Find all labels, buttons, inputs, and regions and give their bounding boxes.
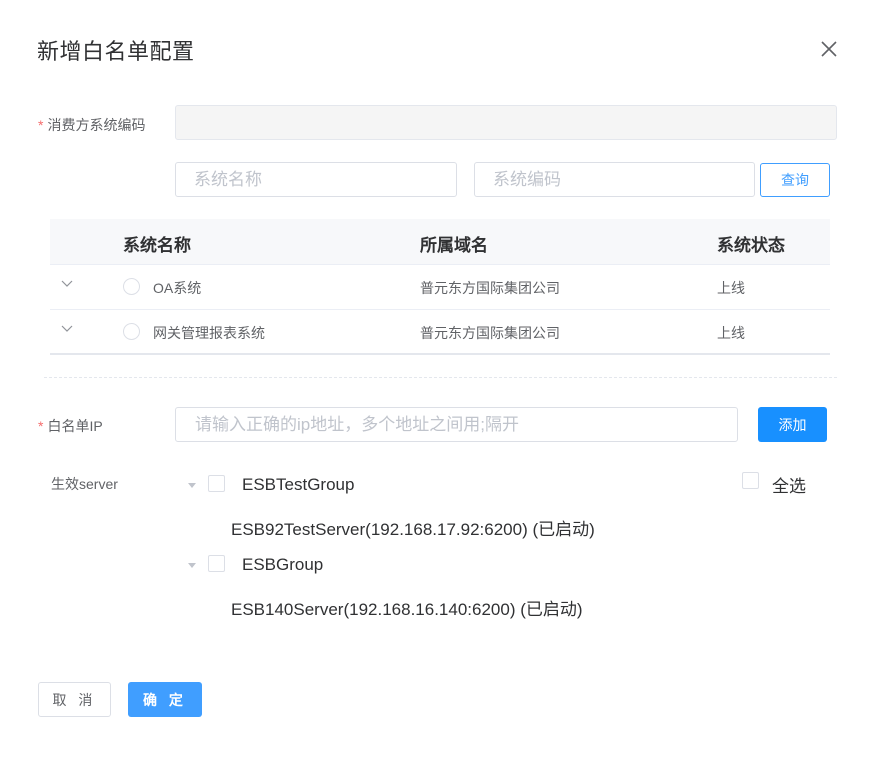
server-label: 生效server: [51, 476, 118, 492]
confirm-button[interactable]: 确 定: [128, 682, 202, 717]
group-checkbox[interactable]: [208, 555, 225, 572]
header-status: 系统状态: [717, 236, 785, 255]
table-row[interactable]: 网关管理报表系统 普元东方国际集团公司 上线: [50, 310, 830, 355]
cell-status: 上线: [717, 325, 745, 341]
required-mark: *: [38, 418, 44, 434]
caret-down-icon[interactable]: [187, 560, 197, 570]
system-code-search-input[interactable]: [474, 162, 755, 197]
search-button[interactable]: 查询: [760, 163, 830, 197]
tree-group-label: ESBTestGroup: [242, 475, 355, 494]
cell-domain: 普元东方国际集团公司: [420, 280, 560, 296]
header-system-name: 系统名称: [123, 236, 191, 255]
tree-group-label: ESBGroup: [242, 555, 324, 574]
cancel-button[interactable]: 取 消: [38, 682, 111, 717]
group-checkbox[interactable]: [208, 475, 225, 492]
close-button[interactable]: [816, 36, 842, 62]
tree-server-label: ESB140Server(192.168.16.140:6200) (已启动): [231, 600, 583, 619]
whitelist-ip-input[interactable]: [175, 407, 738, 442]
row-radio[interactable]: [123, 323, 140, 340]
close-icon: [821, 41, 837, 57]
select-all-label: 全选: [772, 477, 806, 496]
table-row[interactable]: OA系统 普元东方国际集团公司 上线: [50, 265, 830, 310]
section-divider: [44, 377, 837, 378]
required-mark: *: [38, 117, 44, 133]
cell-domain: 普元东方国际集团公司: [420, 325, 560, 341]
row-radio[interactable]: [123, 278, 140, 295]
cell-status: 上线: [717, 280, 745, 296]
header-domain: 所属域名: [420, 236, 488, 255]
select-all-checkbox[interactable]: [742, 472, 759, 489]
cell-system-name: 网关管理报表系统: [153, 325, 265, 341]
system-table: 系统名称 所属域名 系统状态 OA系统 普元东方国际集团公司 上线 网关管理报表…: [50, 219, 830, 355]
dialog-title: 新增白名单配置: [37, 39, 195, 64]
cell-system-name: OA系统: [153, 280, 202, 296]
consumer-code-field[interactable]: [175, 105, 837, 140]
whitelist-ip-label: * 白名单IP: [38, 418, 103, 434]
consumer-code-label: * 消费方系统编码: [38, 117, 146, 133]
table-header: 系统名称 所属域名 系统状态: [50, 219, 830, 265]
system-name-search-input[interactable]: [175, 162, 457, 197]
chevron-down-icon[interactable]: [60, 277, 74, 291]
chevron-down-icon[interactable]: [60, 322, 74, 336]
caret-down-icon[interactable]: [187, 480, 197, 490]
tree-server-label: ESB92TestServer(192.168.17.92:6200) (已启动…: [231, 520, 595, 539]
add-ip-button[interactable]: 添加: [758, 407, 827, 442]
